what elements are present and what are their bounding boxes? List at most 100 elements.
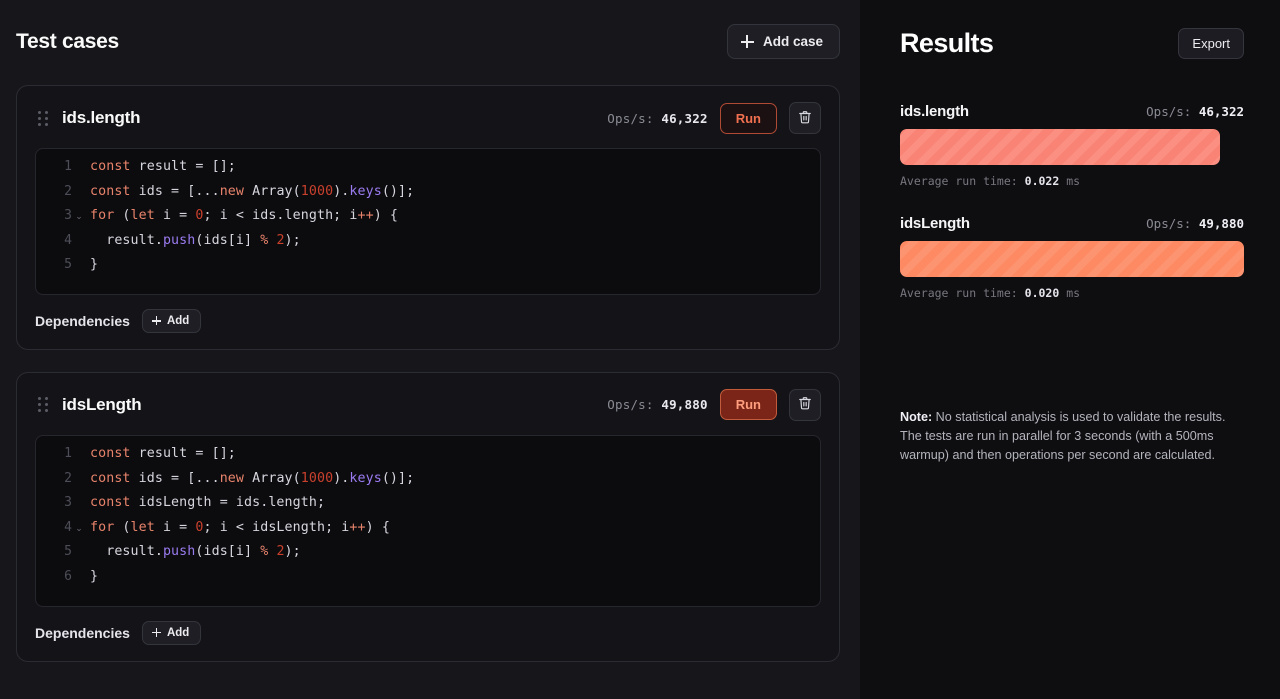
code-token: result = []; (138, 445, 236, 461)
delete-case-button[interactable] (789, 102, 821, 134)
code-line: 4 ⌄ for (let i = 0; i < idsLength; i++) { (36, 520, 820, 545)
code-token: ()]; (381, 183, 415, 199)
code-token: ++ (357, 208, 374, 224)
code-token: i = (162, 519, 196, 535)
code-token: ()]; (381, 470, 415, 486)
average-run-time: Average run time: 0.022 ms (900, 174, 1244, 188)
result-name: idsLength (900, 215, 970, 232)
ops-value: 49,880 (661, 397, 708, 413)
code-token: for (90, 208, 123, 224)
line-number: 2 (64, 470, 72, 486)
code-text[interactable]: const idsLength = ids.length; (86, 495, 325, 510)
test-case-actions: Ops/s: 46,322 Run (607, 102, 821, 134)
code-line: 3 ⌄ for (let i = 0; i < ids.length; i++) { (36, 208, 820, 233)
ops-per-second: Ops/s: 49,880 (607, 397, 707, 412)
run-button[interactable]: Run (719, 102, 777, 134)
code-token: 1000 (300, 470, 334, 486)
test-case-header: ids.length Ops/s: 46,322 Run (35, 100, 821, 136)
code-token: 2 (276, 232, 285, 248)
code-editor[interactable]: 1 const result = []; 2 const ids = [...new … (35, 434, 821, 607)
drag-handle-icon[interactable] (38, 109, 50, 127)
results-title: Results (900, 28, 994, 58)
code-token: new (219, 183, 253, 199)
average-run-time-unit: ms (1066, 286, 1081, 300)
code-token: result. (90, 232, 163, 248)
line-number: 3 (64, 208, 72, 224)
add-case-label: Add case (762, 34, 823, 49)
export-button[interactable]: Export (1178, 28, 1244, 59)
code-token: ids = [... (138, 470, 220, 486)
code-text[interactable]: result.push(ids[i] % 2); (86, 544, 301, 559)
dependencies-row: Dependencies Add (35, 308, 821, 333)
code-token: ). (333, 470, 350, 486)
result-header: idsLength Ops/s: 49,880 (900, 215, 1244, 232)
test-case-card: ids.length Ops/s: 46,322 Run 1 const result … (16, 85, 840, 350)
code-text[interactable]: result.push(ids[i] % 2); (86, 233, 301, 248)
code-fold-chevron-icon[interactable]: ⌄ (72, 523, 86, 533)
result-item: idsLength Ops/s: 49,880 Average run time: … (900, 215, 1244, 300)
page-title: Test cases (16, 29, 119, 53)
code-token: const (90, 183, 139, 199)
code-text[interactable]: const result = []; (86, 159, 236, 174)
code-token: 1000 (300, 183, 334, 199)
code-line: 5 result.push(ids[i] % 2); (36, 544, 820, 569)
line-number: 1 (64, 445, 72, 461)
delete-case-button[interactable] (789, 388, 821, 421)
code-token: const (90, 159, 139, 174)
results-header: Results Export (900, 28, 1244, 59)
code-line: 2 const ids = [...new Array(1000).keys()]… (36, 184, 820, 209)
code-text[interactable]: const ids = [...new Array(1000).keys()]; (86, 471, 414, 486)
code-token: for (90, 519, 123, 535)
code-token: ) { (373, 208, 399, 224)
code-text[interactable]: } (86, 569, 98, 584)
test-cases-panel: Test cases Add case ids.length Ops/s: 46,… (0, 0, 860, 699)
result-item: ids.length Ops/s: 46,322 Average run time:… (900, 103, 1244, 188)
code-token: new (219, 470, 253, 486)
add-case-button[interactable]: Add case (726, 24, 840, 59)
dependencies-label: Dependencies (35, 312, 130, 329)
code-text[interactable]: for (let i = 0; i < ids.length; i++) { (86, 208, 398, 223)
code-text[interactable]: } (86, 257, 98, 272)
code-token: ids = [... (138, 183, 220, 199)
code-text[interactable]: const ids = [...new Array(1000).keys()]; (86, 184, 414, 199)
note-body: No statistical analysis is used to valid… (900, 410, 1226, 463)
add-dependency-button[interactable]: Add (141, 620, 202, 645)
line-number: 1 (64, 159, 72, 174)
add-dependency-label: Add (166, 626, 190, 639)
code-token: ). (333, 183, 350, 199)
line-number: 5 (64, 544, 72, 560)
code-token: result = []; (138, 159, 236, 174)
code-token: % (260, 232, 277, 248)
code-token: idsLength = ids.length; (138, 495, 326, 511)
code-line: 3 const idsLength = ids.length; (36, 495, 820, 520)
code-fold-chevron-icon[interactable]: ⌄ (72, 212, 86, 221)
line-number: 4 (64, 232, 72, 248)
run-button[interactable]: Run (719, 389, 777, 421)
code-text[interactable]: const result = []; (86, 446, 236, 461)
test-case-card: idsLength Ops/s: 49,880 Run 1 const result =… (16, 371, 840, 662)
code-text[interactable]: for (let i = 0; i < idsLength; i++) { (86, 520, 390, 535)
code-token: push (162, 544, 196, 560)
plus-icon (151, 628, 161, 638)
ops-value: 46,322 (661, 110, 708, 126)
note-prefix: Note: (900, 410, 933, 424)
line-number: 6 (64, 568, 72, 584)
trash-icon (798, 110, 812, 127)
add-dependency-button[interactable]: Add (141, 308, 202, 333)
code-editor[interactable]: 1 const result = []; 2 const ids = [...new … (35, 148, 821, 295)
line-number: 2 (64, 183, 72, 199)
code-line: 1 const result = []; (36, 159, 820, 184)
drag-handle-icon[interactable] (38, 396, 50, 414)
average-run-time: Average run time: 0.020 ms (900, 286, 1244, 300)
average-run-time-unit: ms (1066, 174, 1081, 188)
plus-icon (151, 316, 161, 326)
code-token: const (90, 445, 139, 461)
test-case-actions: Ops/s: 49,880 Run (607, 388, 821, 421)
result-ops-label: Ops/s: (1146, 104, 1192, 119)
code-token: i = (162, 208, 196, 224)
ops-label-text: Ops/s: (607, 397, 654, 413)
code-token: Array( (252, 183, 301, 199)
result-ops-label: Ops/s: (1146, 216, 1192, 231)
test-case-name: idsLength (62, 394, 142, 414)
code-token: push (162, 232, 196, 248)
